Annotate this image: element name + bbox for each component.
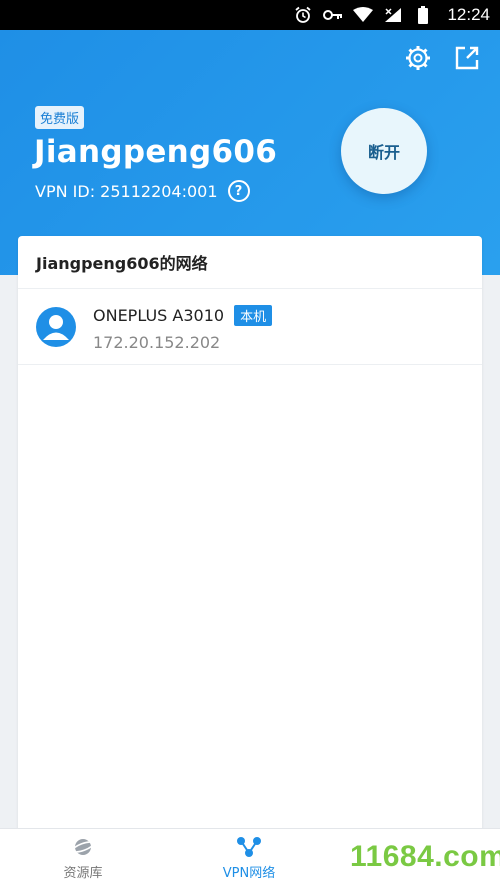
nav-label-vpn-network: VPN网络	[222, 866, 276, 881]
alarm-icon	[293, 5, 313, 25]
device-name-row: ONEPLUS A3010 本机	[93, 305, 273, 326]
signal-icon	[383, 5, 403, 25]
vpn-key-icon	[323, 5, 343, 25]
account-name: Jiangpeng606	[34, 134, 278, 170]
network-card: Jiangpeng606的网络 ONEPLUS A3010 本机 172.20.…	[18, 236, 482, 836]
battery-icon	[413, 5, 433, 25]
nav-item-vpn-network[interactable]: VPN网络	[166, 829, 332, 888]
plan-badge: 免费版	[35, 106, 85, 129]
device-name: ONEPLUS A3010	[93, 306, 225, 325]
network-title: Jiangpeng606的网络	[18, 236, 482, 289]
disconnect-button[interactable]: 断开	[341, 108, 427, 194]
external-link-icon[interactable]	[453, 44, 481, 72]
wifi-icon	[353, 5, 374, 25]
planet-icon	[72, 839, 94, 855]
nav-label-library: 资源库	[63, 866, 103, 881]
network-nodes-icon	[237, 837, 261, 857]
vpn-id-text: VPN ID: 25112204:001	[35, 181, 218, 201]
device-list-item[interactable]: ONEPLUS A3010 本机 172.20.152.202	[18, 289, 482, 365]
vpn-id-row: VPN ID: 25112204:001 ?	[35, 180, 250, 202]
help-icon[interactable]: ?	[227, 180, 250, 202]
device-ip: 172.20.152.202	[93, 333, 221, 352]
site-watermark: 11684.com	[350, 840, 500, 873]
status-time: 12:24	[447, 5, 490, 24]
settings-gear-icon[interactable]	[404, 44, 432, 72]
status-bar: 12:24	[0, 0, 500, 30]
this-device-badge: 本机	[234, 305, 273, 326]
user-avatar-icon	[36, 307, 76, 347]
nav-item-library[interactable]: 资源库	[0, 829, 166, 888]
